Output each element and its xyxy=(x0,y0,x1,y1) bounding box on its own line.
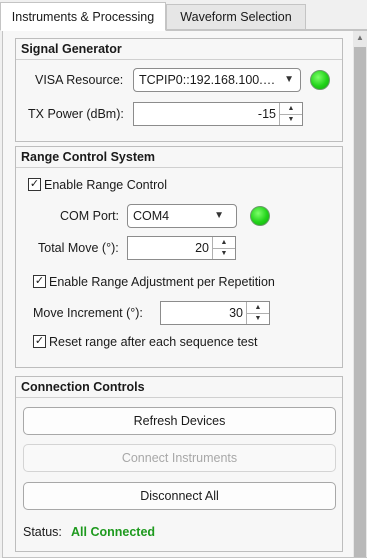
visa-resource-label: VISA Resource: xyxy=(35,73,124,87)
visa-resource-value: TCPIP0::192.168.100.… xyxy=(139,73,276,87)
spin-down-icon[interactable]: ▼ xyxy=(213,248,235,259)
total-move-label: Total Move (°): xyxy=(38,241,119,255)
scroll-up-icon[interactable]: ▲ xyxy=(353,33,367,45)
move-increment-spinner[interactable]: ▲ ▼ xyxy=(246,302,269,324)
chevron-down-icon: ▼ xyxy=(214,210,224,221)
tx-power-label: TX Power (dBm): xyxy=(28,107,124,121)
tab-instruments-processing[interactable]: Instruments & Processing xyxy=(0,2,166,31)
visa-status-lamp xyxy=(310,70,330,90)
reset-range-label: Reset range after each sequence test xyxy=(49,335,258,349)
tx-power-value: -15 xyxy=(257,107,276,121)
com-port-value: COM4 xyxy=(133,209,170,223)
reset-range-checkbox[interactable]: ✓ xyxy=(33,335,46,348)
tab-waveform-selection[interactable]: Waveform Selection xyxy=(166,4,306,30)
visa-resource-dropdown[interactable]: TCPIP0::192.168.100.… ▼ xyxy=(133,68,301,92)
spin-down-icon[interactable]: ▼ xyxy=(280,114,302,125)
panel-title: Range Control System xyxy=(16,147,342,168)
connection-controls-panel: Connection Controls Refresh Devices Conn… xyxy=(15,376,343,552)
status-label: Status: xyxy=(23,525,62,539)
chevron-down-icon: ▼ xyxy=(284,74,294,85)
tx-power-spinner[interactable]: ▲ ▼ xyxy=(279,103,302,125)
panel-title: Connection Controls xyxy=(16,377,342,398)
total-move-spinner[interactable]: ▲ ▼ xyxy=(212,237,235,259)
move-increment-field[interactable]: 30 ▲ ▼ xyxy=(160,301,270,325)
com-port-label: COM Port: xyxy=(60,209,120,223)
panel-title: Signal Generator xyxy=(16,39,342,60)
com-status-lamp xyxy=(250,206,270,226)
status-value: All Connected xyxy=(71,525,156,539)
move-increment-label: Move Increment (°): xyxy=(33,306,143,320)
total-move-field[interactable]: 20 ▲ ▼ xyxy=(127,236,236,260)
total-move-value: 20 xyxy=(195,241,209,255)
enable-range-adjustment-label: Enable Range Adjustment per Repetition xyxy=(49,275,275,289)
enable-range-control-checkbox[interactable]: ✓ xyxy=(28,178,41,191)
tab-bar-fill xyxy=(306,4,367,30)
range-control-panel: Range Control System ✓ Enable Range Cont… xyxy=(15,146,343,368)
move-increment-value: 30 xyxy=(229,306,243,320)
tab-content: Signal Generator VISA Resource: TCPIP0::… xyxy=(2,30,367,558)
enable-range-control-label: Enable Range Control xyxy=(44,178,167,192)
spin-down-icon[interactable]: ▼ xyxy=(247,313,269,324)
enable-range-adjustment-checkbox[interactable]: ✓ xyxy=(33,275,46,288)
com-port-dropdown[interactable]: COM4 ▼ xyxy=(127,204,237,228)
signal-generator-panel: Signal Generator VISA Resource: TCPIP0::… xyxy=(15,38,343,142)
tx-power-field[interactable]: -15 ▲ ▼ xyxy=(133,102,303,126)
connect-instruments-button[interactable]: Connect Instruments xyxy=(23,444,336,472)
vertical-scrollbar[interactable]: ▲ xyxy=(353,31,367,557)
tab-bar: Instruments & Processing Waveform Select… xyxy=(0,0,367,31)
refresh-devices-button[interactable]: Refresh Devices xyxy=(23,407,336,435)
scroll-thumb[interactable] xyxy=(354,47,366,557)
disconnect-all-button[interactable]: Disconnect All xyxy=(23,482,336,510)
